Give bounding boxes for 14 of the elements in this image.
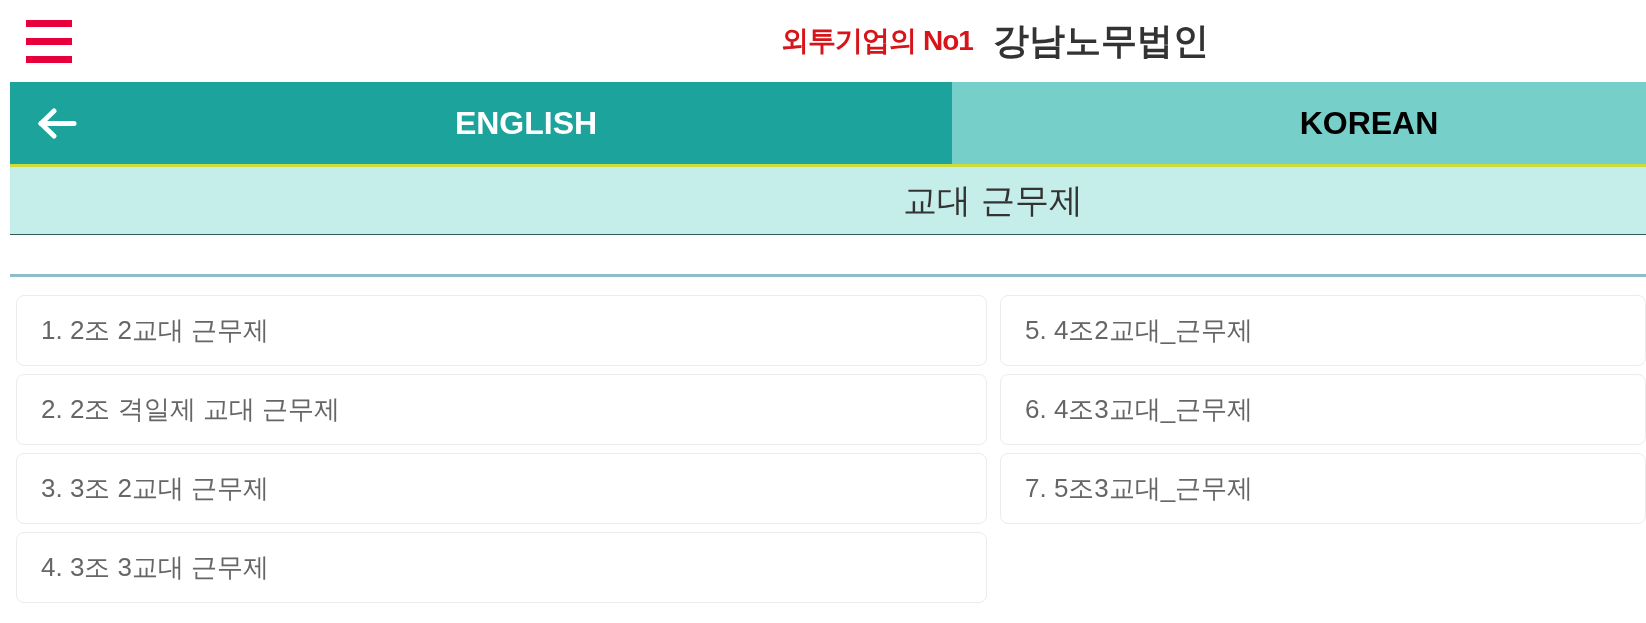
list-item-link[interactable]: 5. 4조2교대_근무제 [1000,295,1646,366]
list-item-link[interactable]: 7. 5조3교대_근무제 [1000,453,1646,524]
section-title: 교대 근무제 [903,180,1083,221]
list-item-link[interactable]: 6. 4조3교대_근무제 [1000,374,1646,445]
tagline: 외투기업의 No1 [781,24,973,58]
list-item-link[interactable]: 2. 2조 격일제 교대 근무제 [16,374,987,445]
back-button[interactable] [10,82,100,164]
brand-name: 강남노무법인 [992,19,1209,63]
language-tab[interactable]: ENGLISH [100,82,952,164]
list-item-link[interactable]: 1. 2조 2교대 근무제 [16,295,987,366]
menu-icon[interactable] [26,19,72,63]
list-item-link[interactable]: 3. 3조 2교대 근무제 [16,453,987,524]
language-tab[interactable]: KOREAN [952,82,1646,164]
list-item-link[interactable]: 4. 3조 3교대 근무제 [16,532,987,603]
